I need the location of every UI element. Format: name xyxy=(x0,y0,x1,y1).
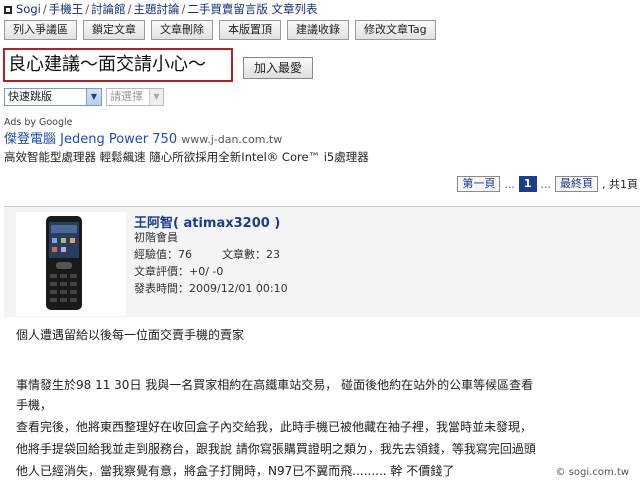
last-page-button[interactable]: 最終頁 xyxy=(555,176,598,192)
choose-select[interactable]: 請選擇 ▼ xyxy=(106,88,164,106)
author-experience: 經驗值：76 xyxy=(134,248,192,261)
ad-line: 傑登電腦 Jedeng Power 750 www.j-dan.com.tw xyxy=(4,128,282,147)
pager-dots: ... xyxy=(504,177,515,191)
edit-tag-button[interactable]: 修改文章Tag xyxy=(355,20,436,40)
post-line-1: 個人遭遇留給以後每一位面交賣手機的賣家 xyxy=(16,328,245,342)
phone-photo xyxy=(16,212,126,316)
page-total: , 共1頁 xyxy=(602,178,638,191)
breadcrumb-topics[interactable]: 主題討論 xyxy=(133,2,179,16)
lock-article-button[interactable]: 鎖定文章 xyxy=(83,20,145,40)
breadcrumb-secondhand[interactable]: 二手買賣留言版 xyxy=(187,2,268,16)
author-rank: 初階會員 xyxy=(134,231,178,244)
chevron-down-icon: ▼ xyxy=(149,89,163,105)
post-time: 發表時間：2009/12/01 00:10 xyxy=(134,282,288,295)
ads-by-google: Ads by Google xyxy=(4,117,73,128)
phone-icon xyxy=(46,216,82,310)
breadcrumb: Sogi / 手機王 / 討論館 / 主題討論 / 二手買賣留言版 文章列表 xyxy=(4,0,318,18)
site-watermark: © sogi.com.tw xyxy=(552,466,632,479)
pager-dots: ... xyxy=(540,177,552,191)
breadcrumb-current: 文章列表 xyxy=(271,2,318,16)
author-rating: 文章評價：+0/ -0 xyxy=(134,265,224,278)
delete-article-button[interactable]: 文章刪除 xyxy=(151,20,213,40)
ad-title-link[interactable]: 傑登電腦 Jedeng Power 750 xyxy=(4,132,177,147)
post-line-4: 查看完後，他將東西整理好在收回盒子內交給我，此時手機已被他藏在袖子裡，我當時並未… xyxy=(16,420,533,434)
quick-jump-value: 快速跳版 xyxy=(8,90,52,103)
suggest-collect-button[interactable]: 建議收錄 xyxy=(287,20,349,40)
post-line-2: 事情發生於98 11 30日 我與一名買家相約在高鐵車站交易， 碰面後他約在站外… xyxy=(16,378,534,392)
quick-jump-select[interactable]: 快速跳版 ▼ xyxy=(4,88,102,106)
post-line-6: 他人已經消失，當我察覺有意，將盒子打開時，N97已不翼而飛......... 幹… xyxy=(16,464,455,478)
square-bullet-icon xyxy=(4,6,12,14)
post-line-3: 手機， xyxy=(16,398,53,412)
author-article-count: 文章數：23 xyxy=(222,248,280,261)
current-page[interactable]: 1 xyxy=(518,176,537,192)
post-line-5: 他將手提袋回給我並走到服務台，跟我說 請你寫張購買證明之類ㄉ，我先去領錢，等我寫… xyxy=(16,442,536,456)
breadcrumb-phone-king[interactable]: 手機王 xyxy=(49,2,84,16)
breadcrumb-sogi[interactable]: Sogi xyxy=(16,2,41,16)
thread-title: 良心建議～面交請小心～ xyxy=(3,48,233,82)
pin-top-button[interactable]: 本版置頂 xyxy=(219,20,281,40)
dispute-button[interactable]: 列入爭議區 xyxy=(4,20,77,40)
pagination: 第一頁 ... 1 ... 最終頁 , 共1頁 xyxy=(457,176,638,192)
moderator-toolbar: 列入爭議區 鎖定文章 文章刪除 本版置頂 建議收錄 修改文章Tag xyxy=(4,20,436,40)
chevron-down-icon: ▼ xyxy=(86,89,101,105)
breadcrumb-forum[interactable]: 討論館 xyxy=(91,2,126,16)
ad-url[interactable]: www.j-dan.com.tw xyxy=(181,133,282,146)
ad-description: 高效智能型處理器 輕鬆飆速 隨心所欲採用全新Intel® Core™ i5處理器 xyxy=(4,150,369,164)
first-page-button[interactable]: 第一頁 xyxy=(457,176,501,192)
choose-value: 請選擇 xyxy=(110,90,143,103)
add-favorite-button[interactable]: 加入最愛 xyxy=(243,57,314,79)
